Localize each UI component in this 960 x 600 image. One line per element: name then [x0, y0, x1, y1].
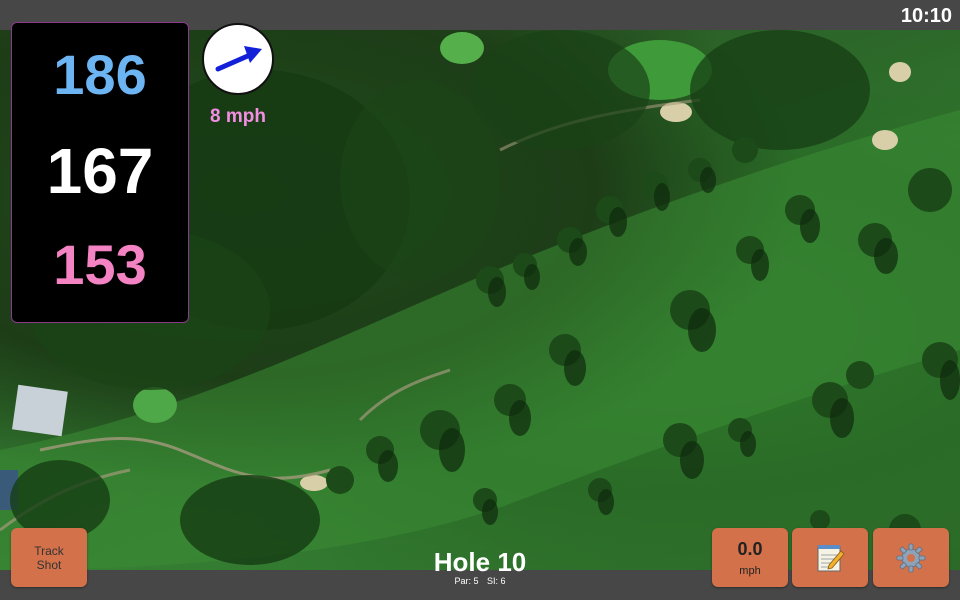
- hole-info: Hole 10 Par: 5 SI: 6: [400, 548, 560, 586]
- back-yardage: 186: [53, 43, 147, 106]
- wind-speed-label: 8 mph: [210, 106, 266, 127]
- green-top: [440, 32, 484, 64]
- speed-button[interactable]: 0.0 mph: [712, 528, 788, 587]
- golf-gps-screen: 10:10 186 167 153 8 mph Track Shot Hole …: [0, 0, 960, 600]
- clubhouse: [12, 384, 68, 437]
- notepad-icon: [817, 545, 845, 572]
- bunker: [872, 130, 898, 150]
- wind-direction-arrow-icon: [215, 46, 262, 72]
- hole-details: Par: 5 SI: 6: [400, 576, 560, 586]
- track-shot-button[interactable]: Track Shot: [11, 528, 87, 587]
- bunker: [300, 475, 328, 491]
- woods: [180, 475, 320, 565]
- hole-stroke-index: SI: 6: [487, 576, 506, 586]
- green-left: [133, 387, 177, 423]
- front-yardage: 153: [53, 233, 147, 296]
- settings-button[interactable]: [873, 528, 949, 587]
- speed-unit: mph: [739, 565, 761, 577]
- gear-icon: [896, 543, 926, 573]
- hole-title: Hole 10: [433, 547, 527, 577]
- track-shot-label-line1: Track: [34, 543, 64, 558]
- wind-direction-dial: [202, 23, 274, 95]
- yardage-panel: 186 167 153: [11, 22, 189, 323]
- middle-yardage: 167: [46, 135, 154, 207]
- woods: [690, 30, 870, 150]
- hole-par: Par: 5: [454, 576, 479, 586]
- speed-value: 0.0: [737, 539, 763, 559]
- clock: 10:10: [900, 5, 952, 27]
- track-shot-label-line2: Shot: [36, 557, 62, 572]
- notes-button[interactable]: [792, 528, 868, 587]
- woods: [470, 30, 650, 150]
- bunker: [889, 62, 911, 82]
